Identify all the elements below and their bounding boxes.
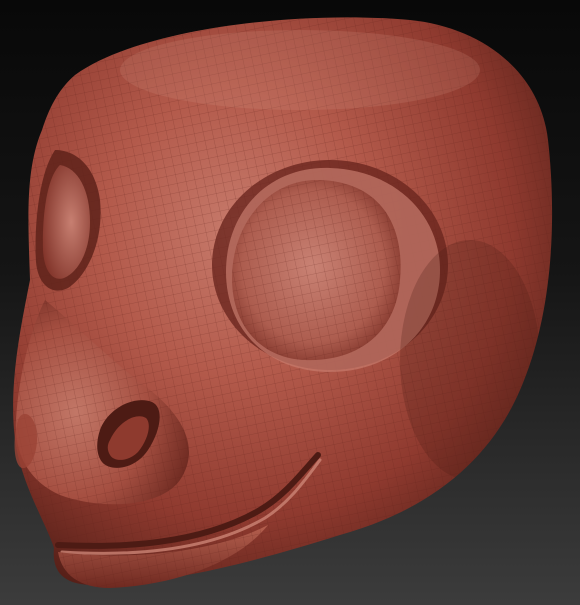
3d-viewport[interactable]: [0, 0, 580, 605]
cranium-highlight: [120, 30, 480, 110]
cheek-shading: [400, 240, 540, 480]
sculpt-canvas[interactable]: [0, 0, 580, 605]
head-model[interactable]: [0, 0, 580, 605]
